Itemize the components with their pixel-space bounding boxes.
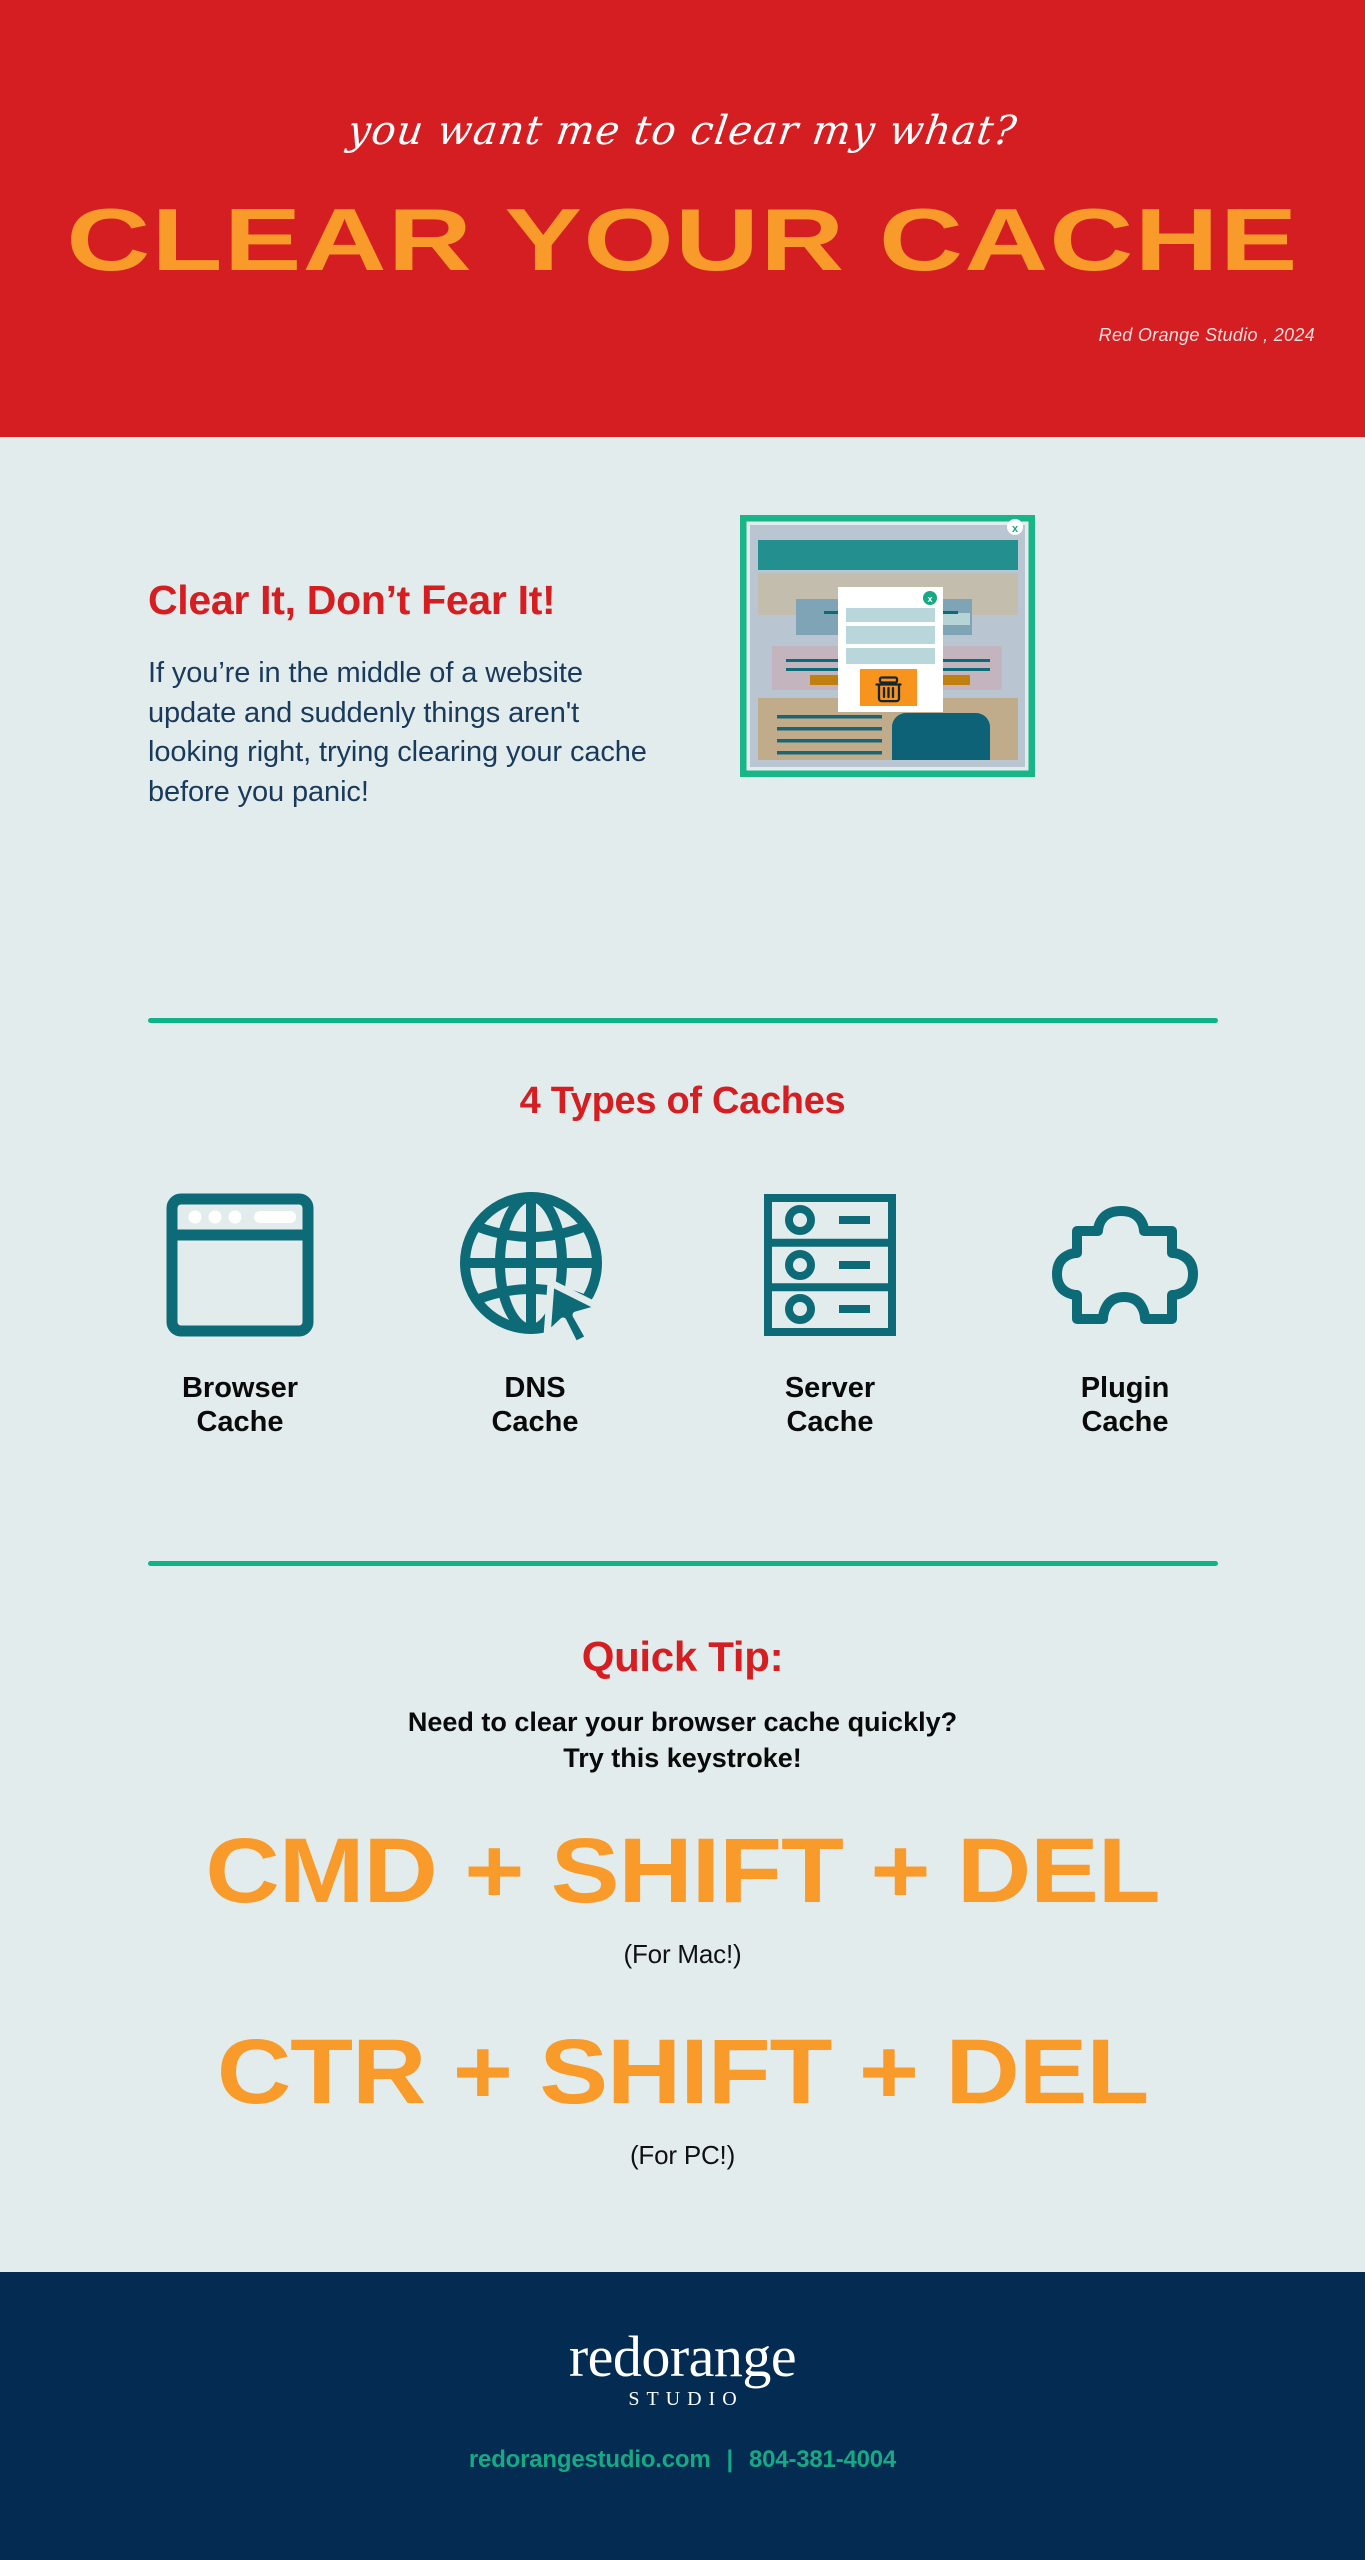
browser-mockup-svg: x x bbox=[737, 512, 1038, 780]
header-banner: you want me to clear my what? CLEAR YOUR… bbox=[0, 0, 1365, 437]
footer-separator: | bbox=[726, 2446, 734, 2473]
shortcut-pc-platform: (For PC!) bbox=[629, 2139, 736, 2170]
shortcut-pc-keys: CTR + SHIFT + DEL bbox=[216, 2020, 1149, 2123]
cache-type-label: Browser Cache bbox=[181, 1372, 299, 1439]
cache-type-server: Server Cache bbox=[710, 1185, 950, 1439]
brand-logo: redorange STUDIO bbox=[513, 2328, 853, 2420]
page-title: CLEAR YOUR CACHE bbox=[66, 190, 1299, 289]
cache-types-title: 4 Types of Caches bbox=[519, 1080, 846, 1122]
browser-mockup-illustration: x x bbox=[737, 512, 1038, 782]
intro-body: If you’re in the middle of a website upd… bbox=[148, 657, 647, 809]
globe-cursor-icon bbox=[455, 1185, 615, 1345]
modal-trash-button[interactable] bbox=[860, 669, 917, 706]
cache-type-label: Plugin Cache bbox=[1080, 1372, 1170, 1439]
footer-website-link[interactable]: redorangestudio.com bbox=[469, 2446, 711, 2473]
cache-type-plugin: Plugin Cache bbox=[1005, 1185, 1245, 1439]
quick-tip-section: Quick Tip: Need to clear your browser ca… bbox=[0, 1633, 1365, 2171]
intro-text-block: Clear It, Don’t Fear It! If you’re in th… bbox=[148, 577, 658, 813]
brand-logo-subtext: STUDIO bbox=[628, 2388, 744, 2410]
cache-type-label: DNS Cache bbox=[491, 1372, 579, 1439]
quick-tip-title: Quick Tip: bbox=[581, 1633, 784, 1680]
header-credit: Red Orange Studio , 2024 bbox=[1098, 325, 1315, 345]
shortcut-mac-platform: (For Mac!) bbox=[623, 1938, 742, 1969]
intro-section: Clear It, Don’t Fear It! If you’re in th… bbox=[0, 437, 1365, 937]
browser-window-icon bbox=[164, 1185, 316, 1345]
cache-type-dns: DNS Cache bbox=[415, 1185, 655, 1439]
footer-phone-link[interactable]: 804-381-4004 bbox=[749, 2446, 896, 2473]
header-script-line: you want me to clear my what? bbox=[344, 108, 1021, 154]
footer-contact-line: redorangestudio.com | 804-381-4004 bbox=[469, 2446, 896, 2474]
section-divider-bottom bbox=[148, 1561, 1218, 1566]
cache-types-grid: Browser Cache DNS Cache Server Cache Plu… bbox=[0, 1185, 1365, 1439]
brand-logo-wordmark: redorange bbox=[568, 2324, 797, 2389]
section-divider-top bbox=[148, 1018, 1218, 1023]
shortcut-mac-keys: CMD + SHIFT + DEL bbox=[205, 1819, 1160, 1922]
puzzle-piece-icon bbox=[1050, 1185, 1200, 1345]
infographic-page: you want me to clear my what? CLEAR YOUR… bbox=[0, 0, 1365, 2560]
modal-dialog: x bbox=[838, 587, 943, 712]
cache-type-browser: Browser Cache bbox=[120, 1185, 360, 1439]
server-rack-icon bbox=[760, 1185, 900, 1345]
modal-close-icon[interactable]: x bbox=[923, 591, 937, 605]
browser-close-icon[interactable]: x bbox=[1007, 519, 1023, 535]
quick-tip-subtitle: Need to clear your browser cache quickly… bbox=[407, 1707, 958, 1773]
footer-bar: redorange STUDIO redorangestudio.com | 804… bbox=[0, 2272, 1365, 2560]
svg-text:x: x bbox=[1012, 523, 1019, 535]
cache-type-label: Server Cache bbox=[784, 1372, 876, 1439]
intro-heading: Clear It, Don’t Fear It! bbox=[148, 577, 556, 623]
cache-types-section: 4 Types of Caches Browser Cache DNS Cach… bbox=[0, 1080, 1365, 1439]
svg-text:x: x bbox=[927, 594, 932, 604]
